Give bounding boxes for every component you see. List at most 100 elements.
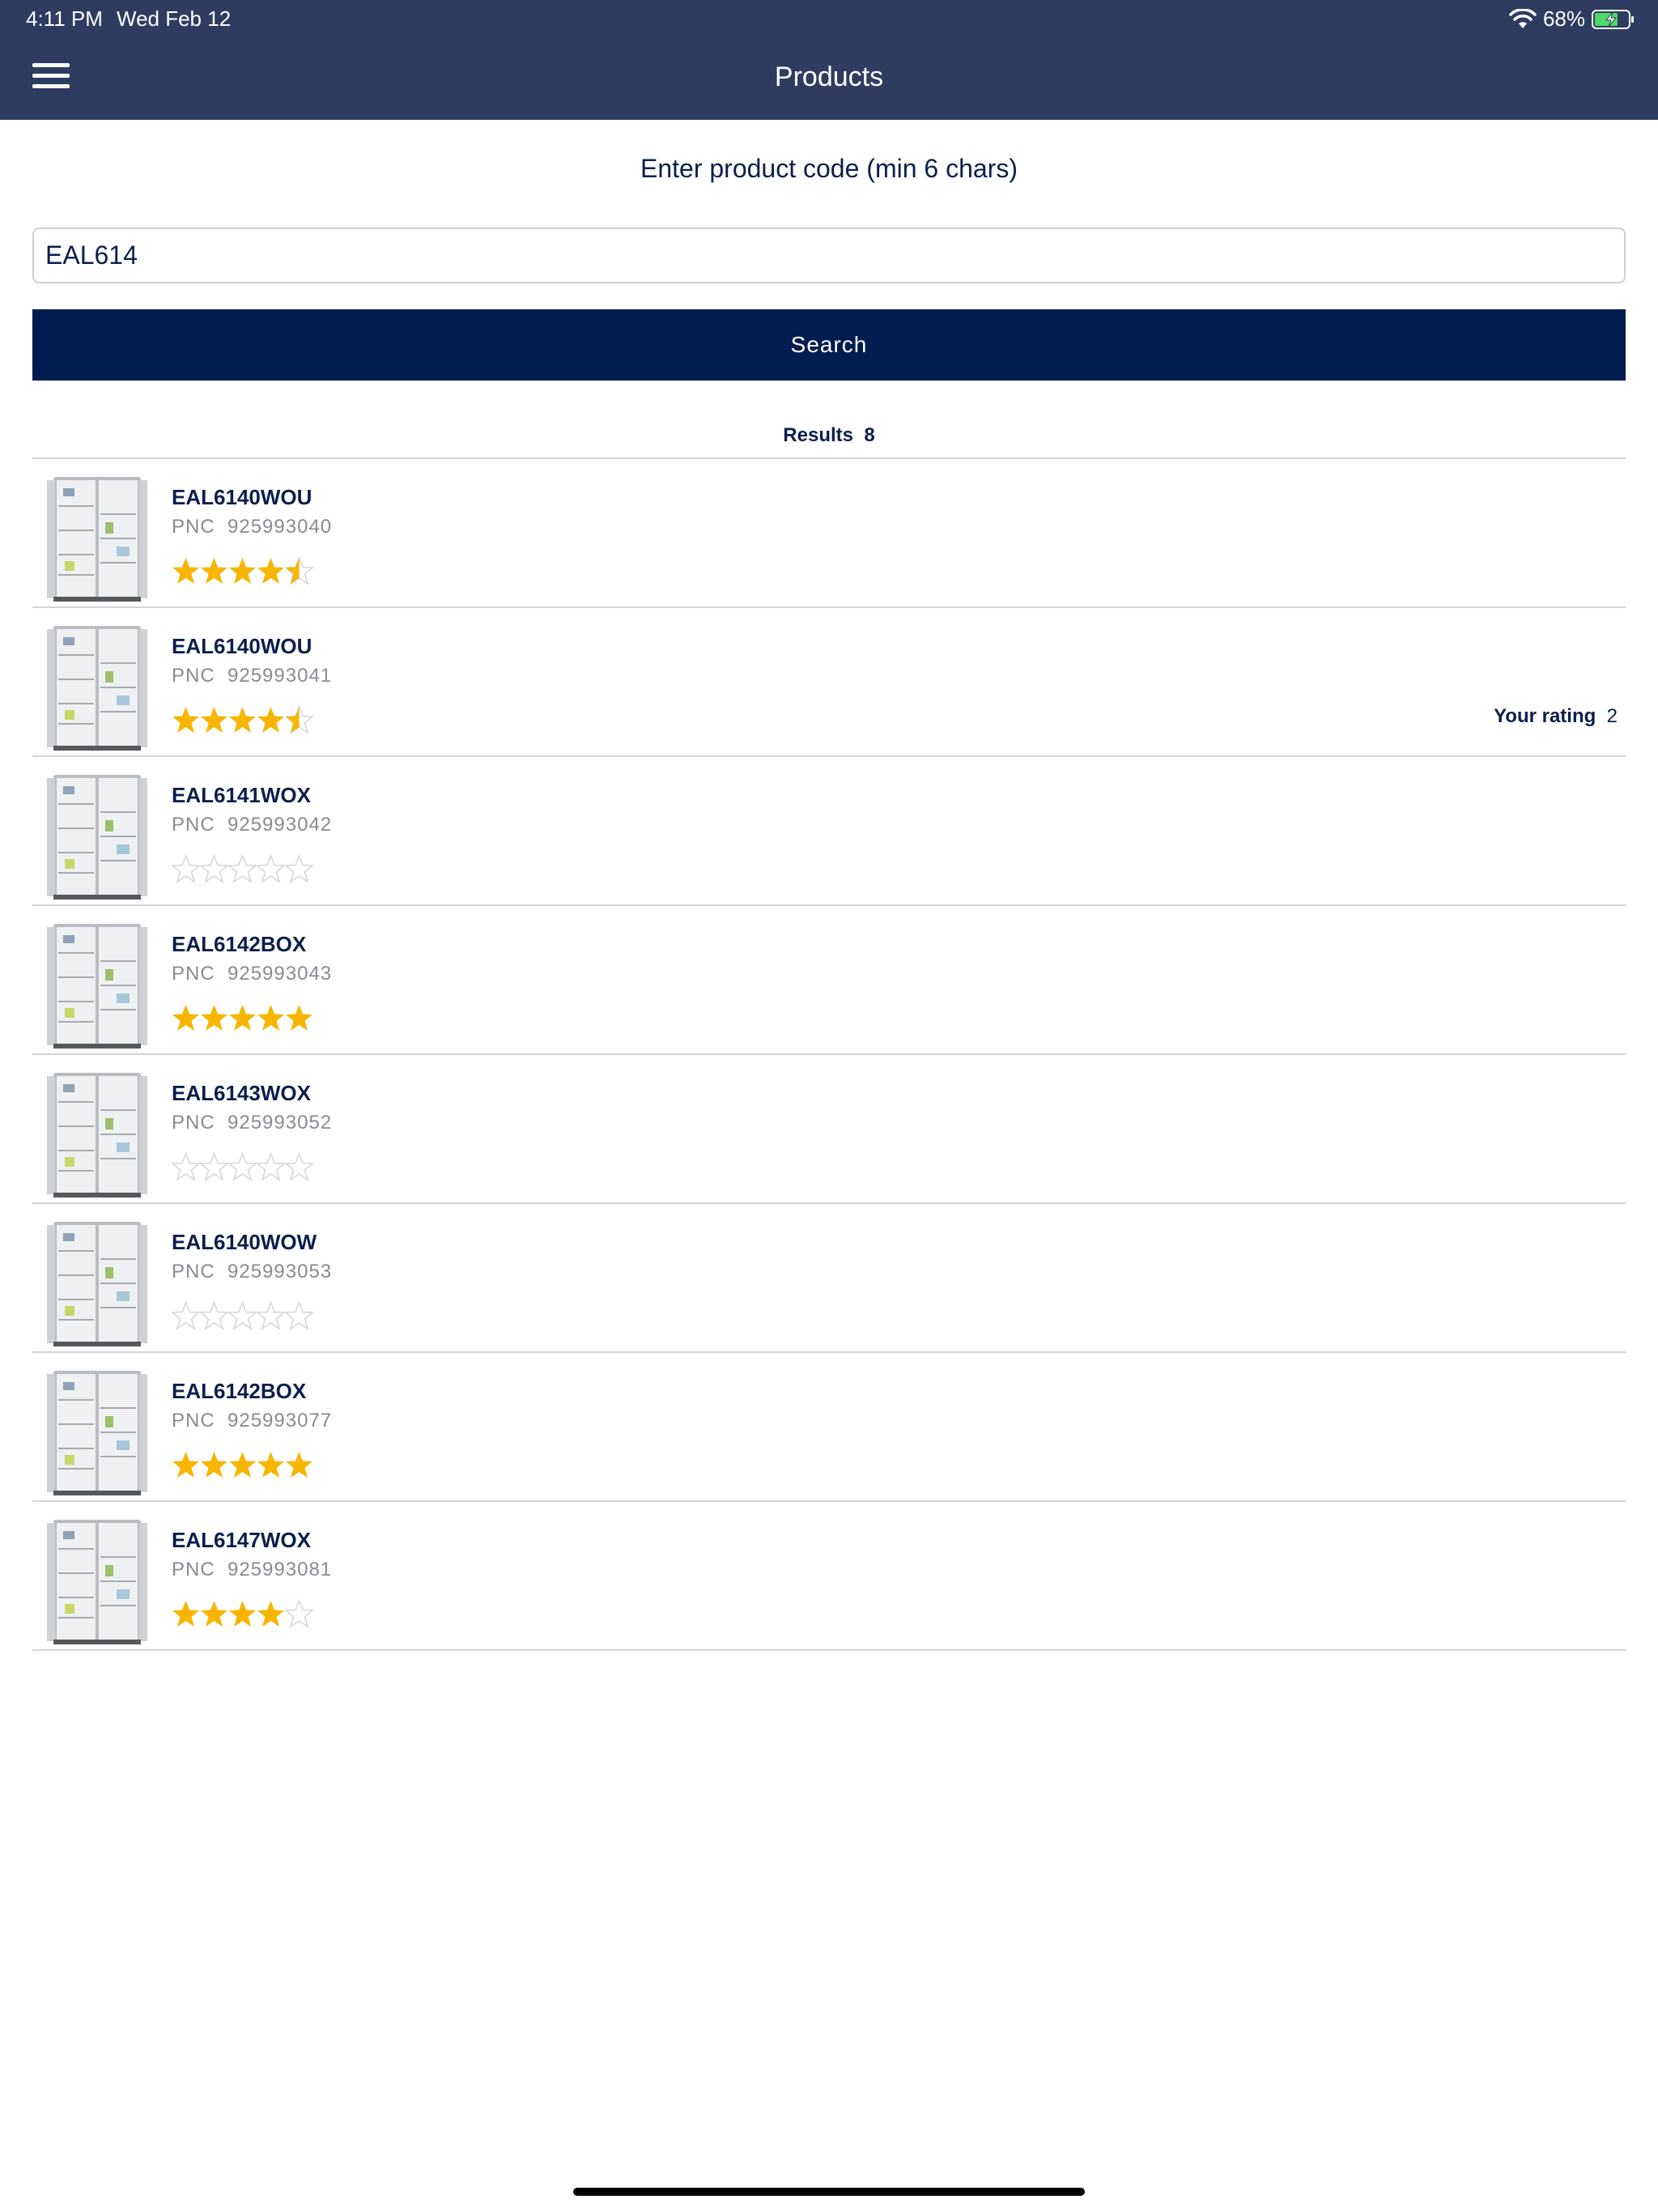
star-icon [228, 1152, 257, 1181]
product-row[interactable]: EAL6140WOU PNC 925993040 [32, 459, 1626, 608]
rating-stars [172, 854, 313, 887]
product-pnc: PNC 925993043 [172, 963, 332, 985]
star-icon [229, 1452, 256, 1478]
star-icon [201, 558, 227, 584]
wifi-icon [1509, 8, 1537, 28]
product-list: EAL6140WOU PNC 925993040 EAL6140WOU PNC … [32, 459, 1626, 1651]
product-pnc: PNC 925993052 [172, 1112, 332, 1134]
star-icon [257, 1301, 285, 1330]
star-icon [286, 1005, 312, 1031]
pnc-label: PNC [172, 963, 215, 985]
pnc-label: PNC [172, 516, 215, 538]
star-icon [285, 1152, 313, 1181]
product-code-prompt: Enter product code (min 6 chars) [640, 154, 1018, 183]
star-icon [229, 1005, 256, 1031]
star-icon [257, 1452, 284, 1478]
star-icon [257, 1601, 284, 1627]
pnc-value: 925993040 [227, 516, 333, 538]
search-button[interactable]: Search [32, 309, 1626, 381]
star-icon [201, 1005, 227, 1031]
product-name: EAL6140WOU [172, 634, 312, 658]
star-icon [172, 1005, 199, 1031]
rating-stars [172, 1152, 313, 1185]
rating-stars [172, 1450, 313, 1482]
star-icon [201, 707, 227, 733]
pnc-value: 925993042 [227, 814, 333, 836]
star-icon [285, 1301, 313, 1330]
star-icon [229, 558, 256, 584]
your-rating-label: Your rating [1494, 705, 1596, 727]
pnc-label: PNC [172, 1559, 215, 1580]
pnc-label: PNC [172, 1261, 215, 1283]
product-row[interactable]: EAL6141WOX PNC 925993042 [32, 757, 1626, 906]
fridge-thumbnail [47, 775, 147, 900]
star-icon [172, 1301, 200, 1330]
product-row[interactable]: EAL6142BOX PNC 925993043 [32, 906, 1626, 1055]
pnc-value: 925993053 [227, 1261, 333, 1283]
product-pnc: PNC 925993040 [172, 516, 332, 538]
your-rating: Your rating 2 [1494, 705, 1618, 728]
rating-stars [172, 1003, 313, 1036]
page-title: Products [774, 62, 884, 92]
star-icon [257, 707, 284, 733]
pnc-label: PNC [172, 665, 215, 687]
product-name: EAL6142BOX [172, 932, 307, 956]
rating-stars [172, 556, 313, 589]
product-name: EAL6140WOU [172, 485, 312, 509]
status-indicators: 68% [1509, 6, 1635, 32]
star-icon [228, 1301, 257, 1330]
product-pnc: PNC 925993041 [172, 665, 332, 687]
status-time: 4:11 PM [26, 6, 103, 31]
fridge-thumbnail [47, 1371, 147, 1495]
star-icon [257, 854, 285, 883]
fridge-thumbnail [47, 626, 147, 751]
rating-stars [172, 1301, 313, 1334]
pnc-label: PNC [172, 1112, 215, 1134]
product-code-input[interactable] [32, 228, 1626, 283]
fridge-thumbnail [47, 924, 147, 1049]
product-pnc: PNC 925993077 [172, 1410, 332, 1432]
status-date: Wed Feb 12 [117, 6, 232, 31]
star-icon [172, 1152, 200, 1181]
pnc-value: 925993041 [227, 665, 333, 687]
star-icon [228, 854, 257, 883]
star-icon [285, 705, 313, 734]
product-pnc: PNC 925993053 [172, 1261, 332, 1283]
product-row[interactable]: EAL6140WOU PNC 925993041 Your rating 2 [32, 608, 1626, 757]
star-icon [172, 1601, 199, 1627]
product-pnc: PNC 925993081 [172, 1559, 332, 1581]
fridge-thumbnail [47, 1222, 147, 1346]
fridge-thumbnail [47, 477, 147, 602]
star-icon [201, 1601, 227, 1627]
app-header: 4:11 PM Wed Feb 12 68% Products [0, 0, 1658, 120]
rating-stars [172, 1599, 313, 1631]
pnc-label: PNC [172, 814, 215, 836]
product-pnc: PNC 925993042 [172, 814, 332, 836]
rating-stars [172, 705, 313, 738]
battery-charging-icon [1592, 9, 1634, 29]
star-icon [200, 854, 228, 883]
star-icon [200, 1152, 228, 1181]
battery-percent: 68% [1542, 6, 1585, 31]
home-indicator[interactable] [573, 2188, 1085, 2196]
product-name: EAL6142BOX [172, 1379, 307, 1403]
star-icon [172, 854, 200, 883]
star-icon [285, 854, 313, 883]
star-icon [257, 1005, 284, 1031]
pnc-value: 925993043 [227, 963, 333, 985]
product-name: EAL6143WOX [172, 1081, 311, 1105]
star-icon [172, 558, 199, 584]
pnc-value: 925993081 [227, 1559, 333, 1580]
product-row[interactable]: EAL6140WOW PNC 925993053 [32, 1204, 1626, 1353]
product-row[interactable]: EAL6142BOX PNC 925993077 [32, 1353, 1626, 1502]
pnc-value: 925993052 [227, 1112, 333, 1134]
star-icon [285, 1599, 313, 1628]
star-icon [201, 1452, 227, 1478]
product-row[interactable]: EAL6143WOX PNC 925993052 [32, 1055, 1626, 1204]
results-label: Results [783, 424, 853, 446]
product-row[interactable]: EAL6147WOX PNC 925993081 [32, 1502, 1626, 1651]
star-icon [172, 707, 199, 733]
product-name: EAL6147WOX [172, 1528, 311, 1552]
product-name: EAL6140WOW [172, 1230, 317, 1254]
star-icon [285, 556, 313, 585]
